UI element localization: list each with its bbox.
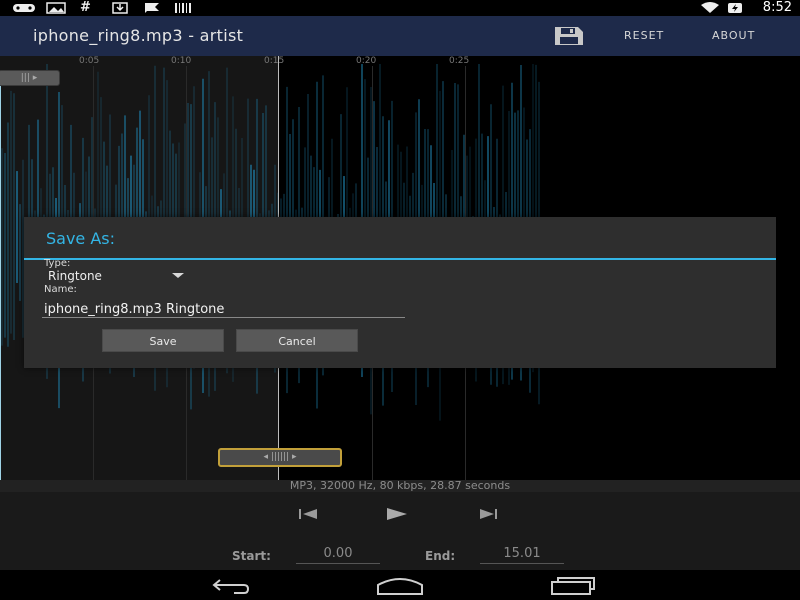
skip-previous-icon[interactable] bbox=[295, 504, 323, 524]
image-icon bbox=[46, 2, 66, 14]
save-button[interactable]: Save bbox=[102, 329, 224, 352]
flag-icon bbox=[145, 3, 159, 13]
status-bar: # 8:52 bbox=[0, 0, 800, 16]
wifi-icon bbox=[701, 2, 719, 13]
timeline-tick: 0:05 bbox=[79, 56, 100, 66]
save-as-dialog: Save As: Type: Ringtone Name: iphone_rin… bbox=[24, 217, 776, 368]
app-bar: iphone_ring8.mp3 - artist RESET ABOUT bbox=[0, 16, 800, 56]
battery-icon bbox=[728, 3, 742, 13]
timeline-tick: 0:20 bbox=[356, 56, 377, 66]
about-button[interactable]: ABOUT bbox=[712, 29, 755, 42]
end-label: End: bbox=[425, 549, 456, 563]
grip-icon: ◂ |||||| ▸ bbox=[263, 452, 297, 462]
timeline-tick: 0:15 bbox=[264, 56, 285, 66]
cancel-button[interactable]: Cancel bbox=[236, 329, 358, 352]
start-marker bbox=[0, 80, 1, 480]
name-label: Name: bbox=[44, 284, 77, 295]
navigation-bar bbox=[0, 570, 800, 600]
clock: 8:52 bbox=[762, 0, 792, 15]
end-input[interactable]: 15.01 bbox=[480, 546, 564, 564]
skip-next-icon[interactable] bbox=[474, 504, 502, 524]
timeline-tick: 0:10 bbox=[171, 56, 192, 66]
start-handle[interactable]: ||| ▸ bbox=[0, 70, 60, 86]
barcode-icon bbox=[175, 3, 191, 13]
hash-icon: # bbox=[80, 0, 91, 15]
start-label: Start: bbox=[232, 549, 271, 563]
start-input[interactable]: 0.00 bbox=[296, 546, 380, 564]
page-title: iphone_ring8.mp3 - artist bbox=[33, 26, 244, 45]
end-handle[interactable]: ◂ |||||| ▸ bbox=[218, 448, 342, 467]
dialog-divider bbox=[24, 258, 776, 260]
play-icon[interactable] bbox=[383, 504, 411, 524]
download-icon bbox=[112, 2, 128, 14]
name-input[interactable]: iphone_ring8.mp3 Ringtone bbox=[42, 301, 405, 318]
home-icon[interactable] bbox=[376, 575, 424, 595]
back-icon[interactable] bbox=[204, 575, 252, 595]
dropdown-arrow-icon bbox=[172, 273, 184, 278]
gamepad-icon bbox=[13, 4, 35, 12]
type-label: Type: bbox=[44, 258, 71, 269]
floppy-disk-icon[interactable] bbox=[554, 26, 584, 46]
reset-button[interactable]: RESET bbox=[624, 29, 664, 42]
playback-controls: Start: 0.00 End: 15.01 bbox=[0, 492, 800, 570]
type-dropdown[interactable]: Ringtone bbox=[48, 269, 188, 283]
dialog-title: Save As: bbox=[46, 229, 116, 248]
grip-icon: ||| ▸ bbox=[20, 73, 38, 83]
timeline-tick: 0:25 bbox=[449, 56, 470, 66]
audio-info: MP3, 32000 Hz, 80 kbps, 28.87 seconds bbox=[0, 480, 800, 492]
recent-apps-icon[interactable] bbox=[548, 575, 596, 595]
